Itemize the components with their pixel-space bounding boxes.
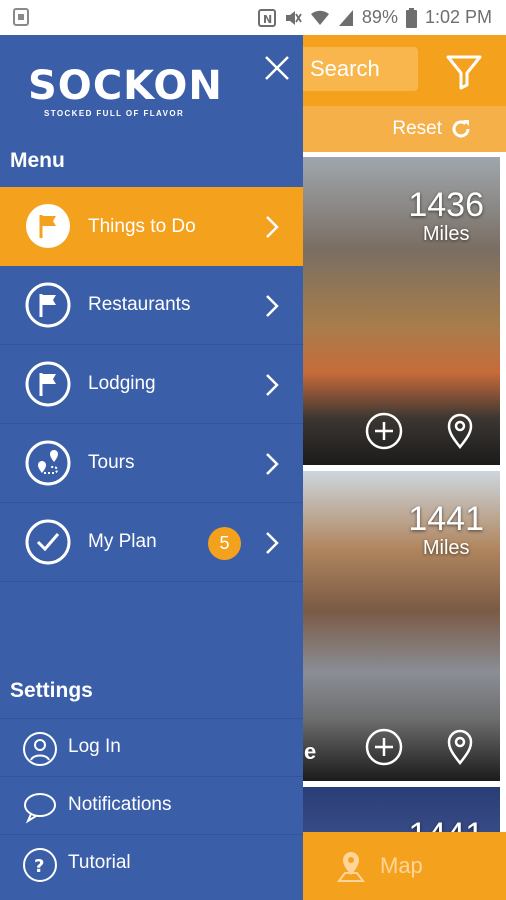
status-bar: N 89% 1:02 PM bbox=[0, 0, 506, 35]
menu-item-things-to-do[interactable]: Things to Do bbox=[0, 187, 303, 266]
refresh-icon bbox=[452, 120, 470, 138]
settings-item-tutorial[interactable]: ? Tutorial bbox=[0, 834, 303, 892]
user-icon bbox=[23, 732, 57, 766]
menu-item-label: My Plan bbox=[88, 531, 157, 552]
card-title: e bbox=[304, 739, 317, 764]
chevron-right-icon bbox=[266, 374, 279, 396]
menu-item-tours[interactable]: Tours bbox=[0, 424, 303, 503]
logo-text: SOCKON bbox=[28, 63, 223, 109]
wifi-icon bbox=[310, 10, 329, 25]
svg-text:?: ? bbox=[34, 856, 44, 877]
settings-item-label: Tutorial bbox=[68, 852, 131, 873]
flag-icon bbox=[26, 204, 70, 248]
menu-item-label: Things to Do bbox=[88, 215, 196, 237]
map-pin-icon[interactable] bbox=[440, 411, 480, 451]
mute-icon bbox=[285, 10, 302, 25]
chevron-right-icon bbox=[266, 216, 279, 238]
flag-icon bbox=[25, 361, 71, 407]
map-button[interactable]: Map bbox=[336, 832, 423, 900]
distance-label: 1436 Miles bbox=[408, 186, 484, 245]
reset-label: Reset bbox=[392, 118, 442, 139]
menu-item-my-plan[interactable]: My Plan 5 bbox=[0, 503, 303, 582]
app-logo: SOCKON STOCKED FULL OF FLAVOR bbox=[28, 63, 228, 118]
settings-item-label: Log In bbox=[68, 736, 121, 757]
chevron-right-icon bbox=[266, 295, 279, 317]
chevron-right-icon bbox=[266, 453, 279, 475]
signal-icon bbox=[338, 9, 353, 26]
settings-title: Settings bbox=[10, 679, 93, 702]
settings-item-notifications[interactable]: Notifications bbox=[0, 776, 303, 834]
filter-icon[interactable] bbox=[442, 49, 486, 93]
map-icon bbox=[337, 852, 365, 882]
flag-icon bbox=[25, 282, 71, 328]
status-icons: N 89% 1:02 PM bbox=[257, 0, 492, 35]
logo-tagline: STOCKED FULL OF FLAVOR bbox=[44, 109, 185, 118]
svg-text:N: N bbox=[263, 13, 272, 26]
chevron-right-icon bbox=[266, 532, 279, 554]
battery-icon bbox=[405, 7, 417, 28]
notification-icon bbox=[13, 8, 29, 26]
settings-item-label: Notifications bbox=[68, 794, 172, 815]
clock: 1:02 PM bbox=[424, 7, 492, 27]
menu-item-restaurants[interactable]: Restaurants bbox=[0, 266, 303, 345]
menu-item-label: Lodging bbox=[88, 373, 156, 394]
menu-title: Menu bbox=[10, 149, 65, 172]
route-icon bbox=[25, 440, 71, 486]
close-icon[interactable] bbox=[262, 53, 292, 83]
check-icon bbox=[25, 519, 71, 565]
chat-bubble-icon bbox=[24, 793, 56, 824]
menu-item-lodging[interactable]: Lodging bbox=[0, 345, 303, 424]
menu-item-label: Restaurants bbox=[88, 294, 191, 315]
navigation-drawer: SOCKON STOCKED FULL OF FLAVOR Menu Thing… bbox=[0, 35, 303, 900]
reset-button[interactable]: Reset bbox=[392, 106, 472, 152]
search-input[interactable]: Search bbox=[290, 47, 418, 91]
plan-count-badge: 5 bbox=[208, 527, 241, 560]
distance-label: 1441 Miles bbox=[408, 500, 484, 559]
nfc-icon: N bbox=[257, 8, 276, 27]
map-label: Map bbox=[380, 853, 423, 878]
help-icon: ? bbox=[23, 848, 57, 882]
menu-item-label: Tours bbox=[88, 452, 135, 473]
add-icon[interactable] bbox=[364, 411, 404, 451]
map-pin-icon[interactable] bbox=[440, 727, 480, 767]
add-icon[interactable] bbox=[364, 727, 404, 767]
settings-item-log-in[interactable]: Log In bbox=[0, 718, 303, 776]
battery-percent: 89% bbox=[361, 7, 398, 27]
